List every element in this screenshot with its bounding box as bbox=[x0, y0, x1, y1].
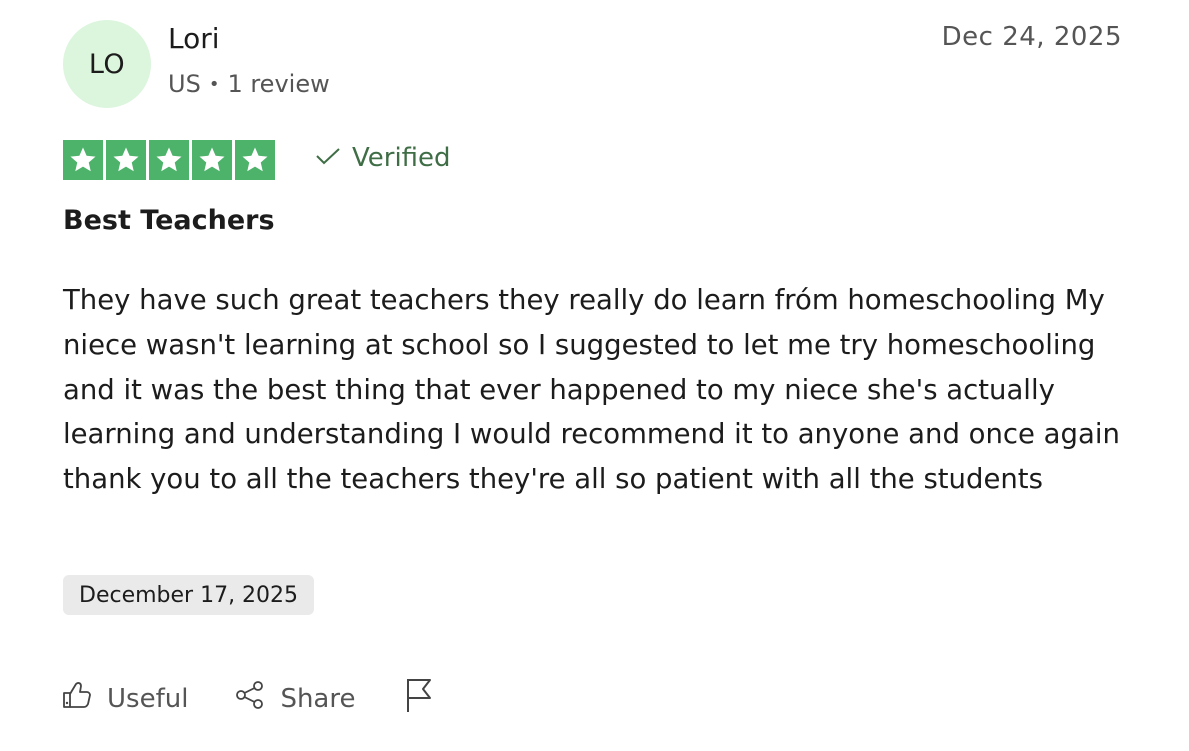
thumbs-up-icon bbox=[61, 679, 93, 718]
useful-button[interactable]: Useful bbox=[61, 679, 188, 718]
check-icon bbox=[314, 143, 342, 173]
reviewer-name[interactable]: Lori bbox=[168, 22, 220, 55]
verified-label: Verified bbox=[352, 143, 451, 173]
star-icon bbox=[63, 140, 103, 180]
share-icon bbox=[234, 679, 266, 718]
star-icon bbox=[192, 140, 232, 180]
review-posted-date: Dec 24, 2025 bbox=[941, 22, 1122, 52]
share-button[interactable]: Share bbox=[234, 679, 355, 718]
experience-date-badge: December 17, 2025 bbox=[63, 575, 315, 615]
avatar[interactable]: LO bbox=[63, 20, 151, 108]
reviewer-review-count: 1 review bbox=[227, 70, 330, 98]
star-icon bbox=[149, 140, 189, 180]
star-icon bbox=[235, 140, 275, 180]
share-label: Share bbox=[280, 683, 356, 714]
review-actions: Useful Share bbox=[61, 676, 435, 721]
avatar-initials: LO bbox=[88, 48, 126, 80]
review-card: LO Lori US • 1 review Dec 24, 2025 Verif… bbox=[0, 0, 1189, 751]
report-button[interactable] bbox=[403, 676, 435, 721]
useful-label: Useful bbox=[107, 683, 189, 714]
review-body: They have such great teachers they reall… bbox=[63, 284, 1120, 496]
experience-date: December 17, 2025 bbox=[79, 582, 299, 608]
star-icon bbox=[106, 140, 146, 180]
star-rating bbox=[63, 140, 275, 180]
flag-icon bbox=[403, 676, 435, 721]
reviewer-meta: US • 1 review bbox=[168, 70, 330, 98]
verified-badge[interactable]: Verified bbox=[314, 143, 451, 173]
meta-separator: • bbox=[208, 73, 220, 95]
reviewer-country: US bbox=[168, 70, 201, 98]
review-title: Best Teachers bbox=[63, 205, 275, 236]
